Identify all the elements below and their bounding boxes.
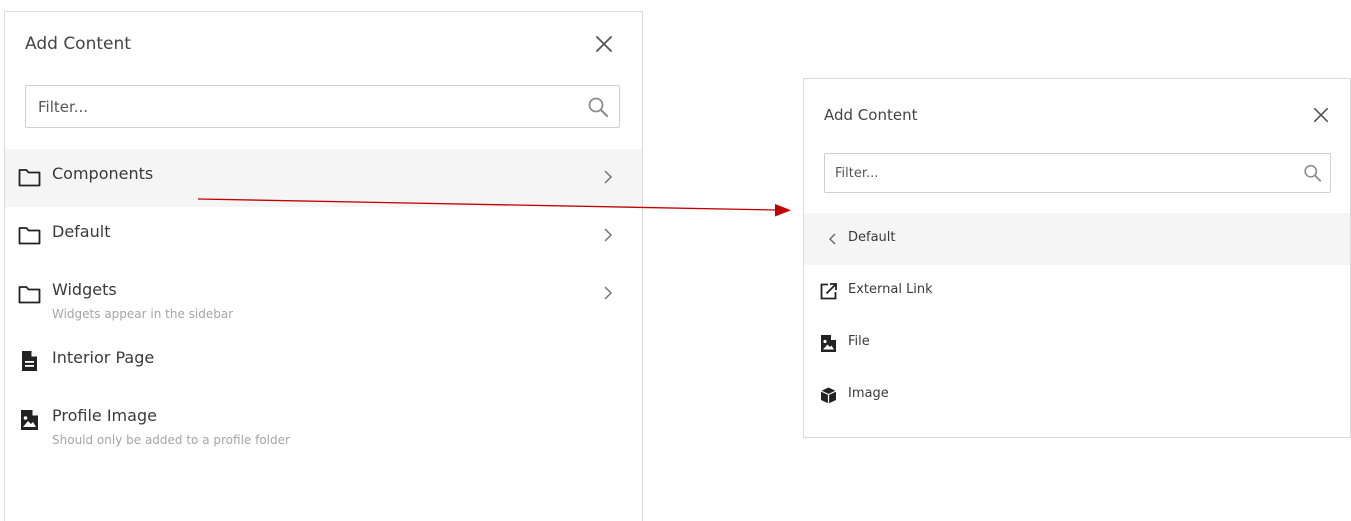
list-item-interior-page[interactable]: Interior Page	[5, 333, 642, 391]
folder-icon	[18, 169, 41, 187]
list-item-file[interactable]: File	[804, 317, 1350, 369]
content-type-list: Default External Link File Image	[804, 213, 1350, 421]
list-item-profile-image[interactable]: Profile Image Should only be added to a …	[5, 391, 642, 459]
chevron-left-icon	[829, 233, 836, 245]
list-item-label: File	[848, 334, 870, 349]
add-content-panel-root: Add Content Components	[4, 11, 643, 521]
filter-field	[25, 85, 620, 128]
folder-icon	[18, 227, 41, 245]
add-content-panel-default: Add Content Default	[803, 78, 1351, 438]
document-icon	[22, 351, 37, 371]
filter-input[interactable]	[825, 154, 1330, 192]
list-item-components[interactable]: Components	[5, 149, 642, 207]
chevron-right-icon	[604, 170, 613, 184]
list-item-label: Interior Page	[52, 348, 155, 367]
list-item-label: Widgets	[52, 280, 117, 299]
panel-title: Add Content	[25, 34, 131, 54]
panel-title: Add Content	[824, 106, 918, 124]
list-item-label: Image	[848, 386, 889, 401]
chevron-right-icon	[604, 228, 613, 242]
list-item-description: Should only be added to a profile folder	[52, 433, 290, 447]
back-label: Default	[848, 230, 896, 245]
arrow-head	[775, 204, 791, 217]
close-icon[interactable]	[594, 34, 614, 54]
panel-header: Add Content	[5, 12, 642, 78]
list-item-label: Components	[52, 164, 154, 183]
filter-input[interactable]	[26, 86, 619, 127]
list-item-widgets[interactable]: Widgets Widgets appear in the sidebar	[5, 265, 642, 333]
list-item-description: Widgets appear in the sidebar	[52, 307, 234, 321]
image-file-icon	[821, 335, 836, 352]
cube-icon	[820, 387, 837, 404]
list-item-label: Profile Image	[52, 406, 157, 425]
list-item-label: Default	[52, 222, 111, 241]
back-to-default-button[interactable]: Default	[804, 213, 1350, 265]
panel-header: Add Content	[804, 79, 1350, 149]
list-item-image[interactable]: Image	[804, 369, 1350, 421]
close-icon[interactable]	[1312, 106, 1330, 124]
search-icon[interactable]	[1303, 164, 1322, 183]
search-icon[interactable]	[587, 96, 609, 118]
external-link-icon	[820, 283, 837, 300]
stage: Add Content Components	[0, 0, 1351, 521]
image-file-icon	[21, 410, 38, 430]
list-item-external-link[interactable]: External Link	[804, 265, 1350, 317]
chevron-right-icon	[604, 286, 613, 300]
filter-field	[824, 153, 1331, 193]
folder-icon	[18, 286, 41, 304]
list-item-default[interactable]: Default	[5, 207, 642, 265]
list-item-label: External Link	[848, 282, 933, 297]
content-type-list: Components Default Widgets Widgets appea…	[5, 149, 642, 459]
